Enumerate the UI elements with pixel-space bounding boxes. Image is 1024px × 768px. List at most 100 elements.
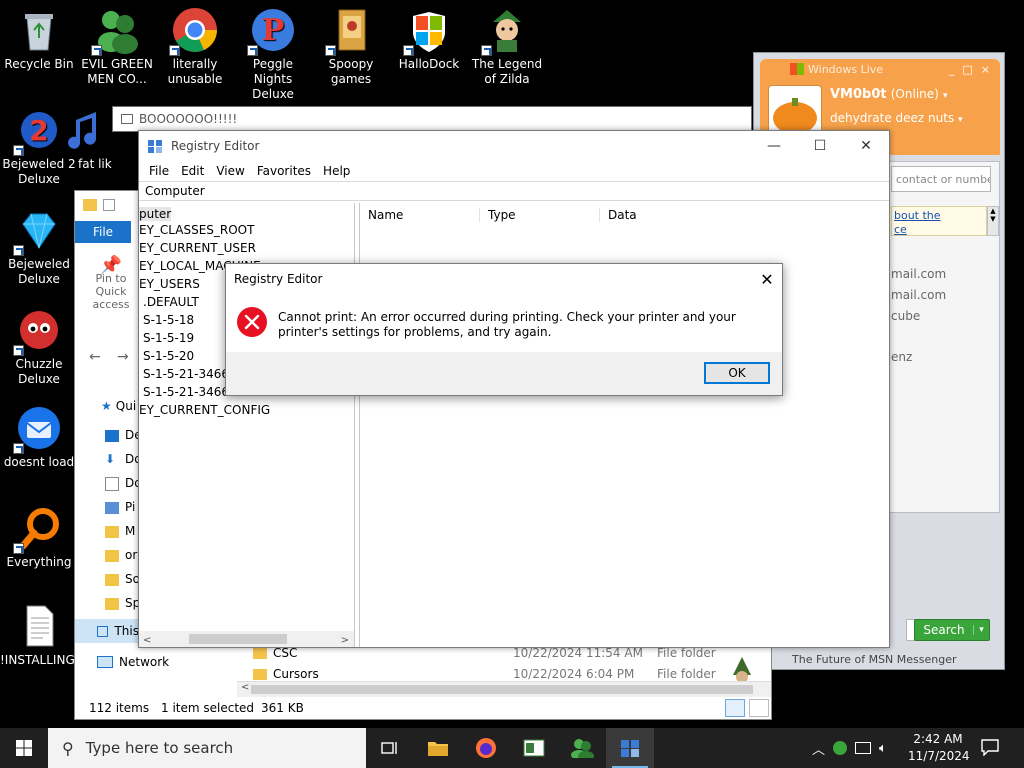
notification-button[interactable] xyxy=(980,738,1000,757)
maximize-button[interactable]: □ xyxy=(962,63,972,76)
taskbar-regedit[interactable] xyxy=(606,728,654,768)
nav-item[interactable]: M xyxy=(105,519,142,543)
taskbar-explorer[interactable] xyxy=(414,728,462,768)
pin-label: Pin to Quick access xyxy=(92,272,130,311)
horizontal-scrollbar[interactable]: < xyxy=(237,681,771,697)
column-type[interactable]: Type xyxy=(480,208,600,222)
menu-view[interactable]: View xyxy=(210,164,250,178)
nav-item[interactable]: or xyxy=(105,543,142,567)
desktop-icon-bejeweled[interactable]: Bejeweled Deluxe xyxy=(0,206,78,287)
menu-bar: File Edit View Favorites Help xyxy=(139,161,889,181)
desktop-icon-hallodock[interactable]: HalloDock xyxy=(390,6,468,72)
close-button[interactable]: ✕ xyxy=(843,131,889,161)
tree-horizontal-scrollbar[interactable]: < > xyxy=(139,631,354,647)
minimize-button[interactable]: — xyxy=(751,131,797,161)
desktop-icon-peggle[interactable]: P Peggle Nights Deluxe xyxy=(234,6,312,102)
menu-help[interactable]: Help xyxy=(317,164,356,178)
taskbar-app-window[interactable] xyxy=(510,728,558,768)
taskbar-firefox[interactable] xyxy=(462,728,510,768)
ad-link[interactable]: ce xyxy=(894,223,984,237)
network-icon xyxy=(97,656,113,668)
zilda-character-icon xyxy=(481,6,531,56)
nav-item[interactable]: Do xyxy=(105,471,142,495)
maximize-button[interactable]: ☐ xyxy=(797,131,843,161)
taskbar-search-box[interactable]: ⚲ Type here to search xyxy=(48,728,366,768)
tree-node[interactable]: EY_CLASSES_ROOT xyxy=(139,221,354,239)
tree-node[interactable]: EY_CURRENT_CONFIG xyxy=(139,401,354,419)
task-view-button[interactable] xyxy=(366,728,414,768)
background-window[interactable]: BOOOOOOO!!!!! xyxy=(112,106,752,132)
shortcut-arrow-icon xyxy=(13,145,24,156)
shortcut-arrow-icon xyxy=(13,245,24,256)
nav-item[interactable]: De xyxy=(105,423,142,447)
forward-arrow-icon[interactable]: → xyxy=(117,349,129,365)
magnifier-icon xyxy=(13,504,63,554)
search-button[interactable]: Search ▾ xyxy=(914,619,990,641)
scrollbar-thumb[interactable] xyxy=(189,634,287,644)
nav-item-this-pc[interactable]: This xyxy=(75,619,139,643)
ad-scrollbar[interactable]: ▲ ▼ xyxy=(987,206,999,236)
title-bar[interactable]: Registry Editor — ☐ ✕ xyxy=(139,131,889,161)
recycle-bin-icon xyxy=(15,6,63,54)
nav-item[interactable]: So xyxy=(105,567,142,591)
nav-item-network[interactable]: Network xyxy=(97,655,169,669)
download-icon: ⬇ xyxy=(105,452,116,466)
start-button[interactable] xyxy=(0,728,48,768)
network-icon[interactable] xyxy=(855,742,872,754)
search-button-label: Search xyxy=(923,623,965,637)
desktop-icon-zilda[interactable]: The Legend of Zilda xyxy=(468,6,546,87)
windows-logo-icon xyxy=(16,740,32,756)
address-bar[interactable]: Computer xyxy=(139,181,889,201)
desktop-icon-installing[interactable]: !INSTALLING! xyxy=(0,602,80,668)
desktop-icon-spoopy-games[interactable]: Spoopy games xyxy=(312,6,390,87)
desktop-icon-evil-green-men[interactable]: EVIL GREEN MEN CO... xyxy=(78,6,156,87)
menu-file[interactable]: File xyxy=(143,164,175,178)
nav-item[interactable]: Sp xyxy=(105,591,142,615)
search-contacts-input[interactable]: contact or numbe xyxy=(891,166,991,192)
column-data[interactable]: Data xyxy=(600,208,800,222)
desktop-icon-fat-like[interactable]: fat like xyxy=(66,106,112,172)
nav-item[interactable]: ⬇ Do xyxy=(105,447,142,471)
nav-item[interactable]: Pi xyxy=(105,495,142,519)
tree-node[interactable]: EY_CURRENT_USER xyxy=(139,239,354,257)
msn-personal-message[interactable]: dehydrate deez nuts xyxy=(830,111,954,125)
error-dialog[interactable]: Registry Editor ✕ Cannot print: An error… xyxy=(225,263,783,396)
chevron-down-icon[interactable]: ▾ xyxy=(973,625,989,635)
regedit-icon xyxy=(147,138,163,154)
music-note-icon xyxy=(66,106,112,154)
contact-item[interactable]: enz xyxy=(891,347,946,368)
menu-edit[interactable]: Edit xyxy=(175,164,210,178)
menu-favorites[interactable]: Favorites xyxy=(251,164,317,178)
ad-link[interactable]: bout the xyxy=(894,209,984,223)
contact-item[interactable]: mail.com xyxy=(891,264,946,285)
msn-username[interactable]: VM0b0t xyxy=(830,87,887,102)
volume-icon[interactable]: 🔈︎ xyxy=(879,741,887,756)
details-view-button[interactable] xyxy=(725,699,745,717)
ribbon-file-tab[interactable]: File xyxy=(75,221,131,243)
scrollbar-thumb[interactable] xyxy=(251,685,753,694)
tiles-view-button[interactable] xyxy=(749,699,769,717)
msn-tray-icon[interactable] xyxy=(833,741,848,755)
pin-quick-access-button[interactable]: 📌 Pin to Quick access xyxy=(81,257,141,312)
contact-item[interactable]: mail.com xyxy=(891,285,946,306)
desktop-icon-everything[interactable]: Everything xyxy=(0,504,78,570)
ad-banner[interactable]: bout the ce xyxy=(891,206,987,236)
ok-button[interactable]: OK xyxy=(704,362,770,384)
taskbar-msn[interactable] xyxy=(558,728,606,768)
minimize-button[interactable]: _ xyxy=(949,63,955,76)
quick-access-item[interactable]: ★ Qui xyxy=(101,399,136,413)
close-button[interactable]: ✕ xyxy=(752,270,782,289)
column-name[interactable]: Name xyxy=(360,208,480,222)
desktop-icon-chuzzle[interactable]: Chuzzle Deluxe xyxy=(0,306,78,387)
msn-status[interactable]: (Online) xyxy=(891,87,939,101)
desktop-icon-thunderbird[interactable]: doesnt load xyxy=(0,404,78,470)
back-arrow-icon[interactable]: ← xyxy=(89,349,101,365)
desktop-icon-chrome[interactable]: literally unusable xyxy=(156,6,234,87)
checkbox-icon[interactable] xyxy=(103,199,115,211)
desktop-icon-recycle-bin[interactable]: Recycle Bin xyxy=(0,6,78,72)
tree-node-computer[interactable]: puter xyxy=(139,207,172,221)
contact-item[interactable]: cube xyxy=(891,306,946,327)
close-button[interactable]: × xyxy=(981,63,990,76)
clock[interactable]: 2:42 AM 11/7/2024 xyxy=(908,731,970,765)
chevron-up-icon[interactable]: ︿ xyxy=(812,739,825,758)
